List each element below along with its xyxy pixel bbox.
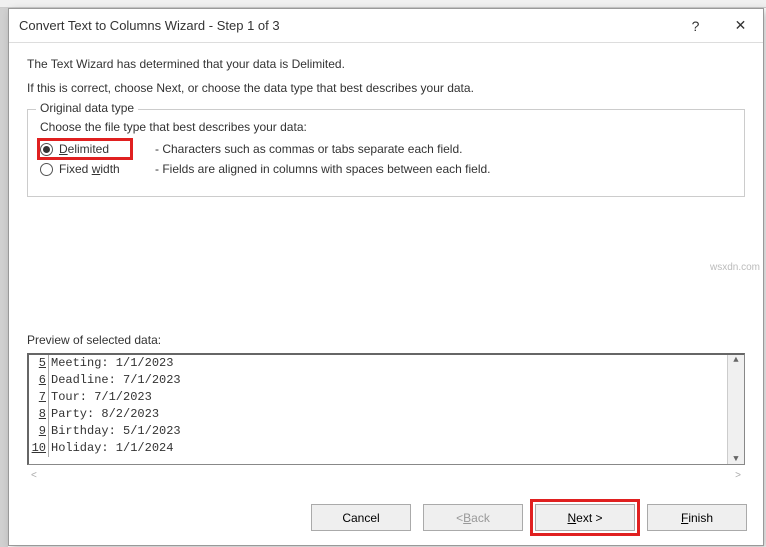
dialog-content: The Text Wizard has determined that your… [9, 43, 763, 492]
radio-delimited[interactable] [40, 143, 53, 156]
close-button[interactable]: ✕ [718, 9, 763, 43]
button-row: Cancel < Back Next > Finish [9, 492, 763, 545]
titlebar: Convert Text to Columns Wizard - Step 1 … [9, 9, 763, 43]
preview-rows: 5Meeting: 1/1/2023 6Deadline: 7/1/2023 7… [29, 355, 727, 464]
radio-delimited-desc: - Characters such as commas or tabs sepa… [155, 142, 462, 156]
watermark: wsxdn.com [710, 262, 760, 273]
preview-hscroll[interactable]: < > [27, 467, 745, 484]
preview-row: 7Tour: 7/1/2023 [29, 389, 727, 406]
help-button[interactable]: ? [673, 9, 718, 43]
radio-fixedwidth[interactable] [40, 163, 53, 176]
dialog-title: Convert Text to Columns Wizard - Step 1 … [19, 18, 673, 33]
cancel-button[interactable]: Cancel [311, 504, 411, 531]
radio-row-fixedwidth[interactable]: Fixed width - Fields are aligned in colu… [40, 162, 732, 176]
preview-row: 8Party: 8/2/2023 [29, 406, 727, 423]
intro-text-2: If this is correct, choose Next, or choo… [27, 81, 745, 95]
scroll-down-icon[interactable]: ▼ [733, 454, 738, 464]
radio-fixedwidth-desc: - Fields are aligned in columns with spa… [155, 162, 491, 176]
preview-row: 5Meeting: 1/1/2023 [29, 355, 727, 372]
preview-label: Preview of selected data: [27, 283, 745, 347]
preview-box: 5Meeting: 1/1/2023 6Deadline: 7/1/2023 7… [27, 353, 745, 465]
finish-button[interactable]: Finish [647, 504, 747, 531]
next-button[interactable]: Next > [535, 504, 635, 531]
scroll-up-icon[interactable]: ▲ [733, 355, 738, 365]
back-button: < Back [423, 504, 523, 531]
original-data-type-group: Original data type Choose the file type … [27, 109, 745, 197]
intro-text-1: The Text Wizard has determined that your… [27, 57, 745, 71]
choose-label: Choose the file type that best describes… [40, 120, 732, 134]
radio-row-delimited[interactable]: Delimited - Characters such as commas or… [40, 142, 732, 156]
preview-row: 10Holiday: 1/1/2024 [29, 440, 727, 457]
preview-row: 6Deadline: 7/1/2023 [29, 372, 727, 389]
preview-vscroll[interactable]: ▲ ▼ [727, 355, 744, 464]
preview-row: 9Birthday: 5/1/2023 [29, 423, 727, 440]
wizard-dialog: Convert Text to Columns Wizard - Step 1 … [8, 8, 764, 546]
scroll-right-icon[interactable]: > [735, 470, 741, 481]
radio-delimited-label[interactable]: Delimited [59, 142, 149, 156]
radio-fixedwidth-label[interactable]: Fixed width [59, 162, 149, 176]
scroll-left-icon[interactable]: < [31, 470, 37, 481]
group-legend: Original data type [36, 101, 138, 115]
